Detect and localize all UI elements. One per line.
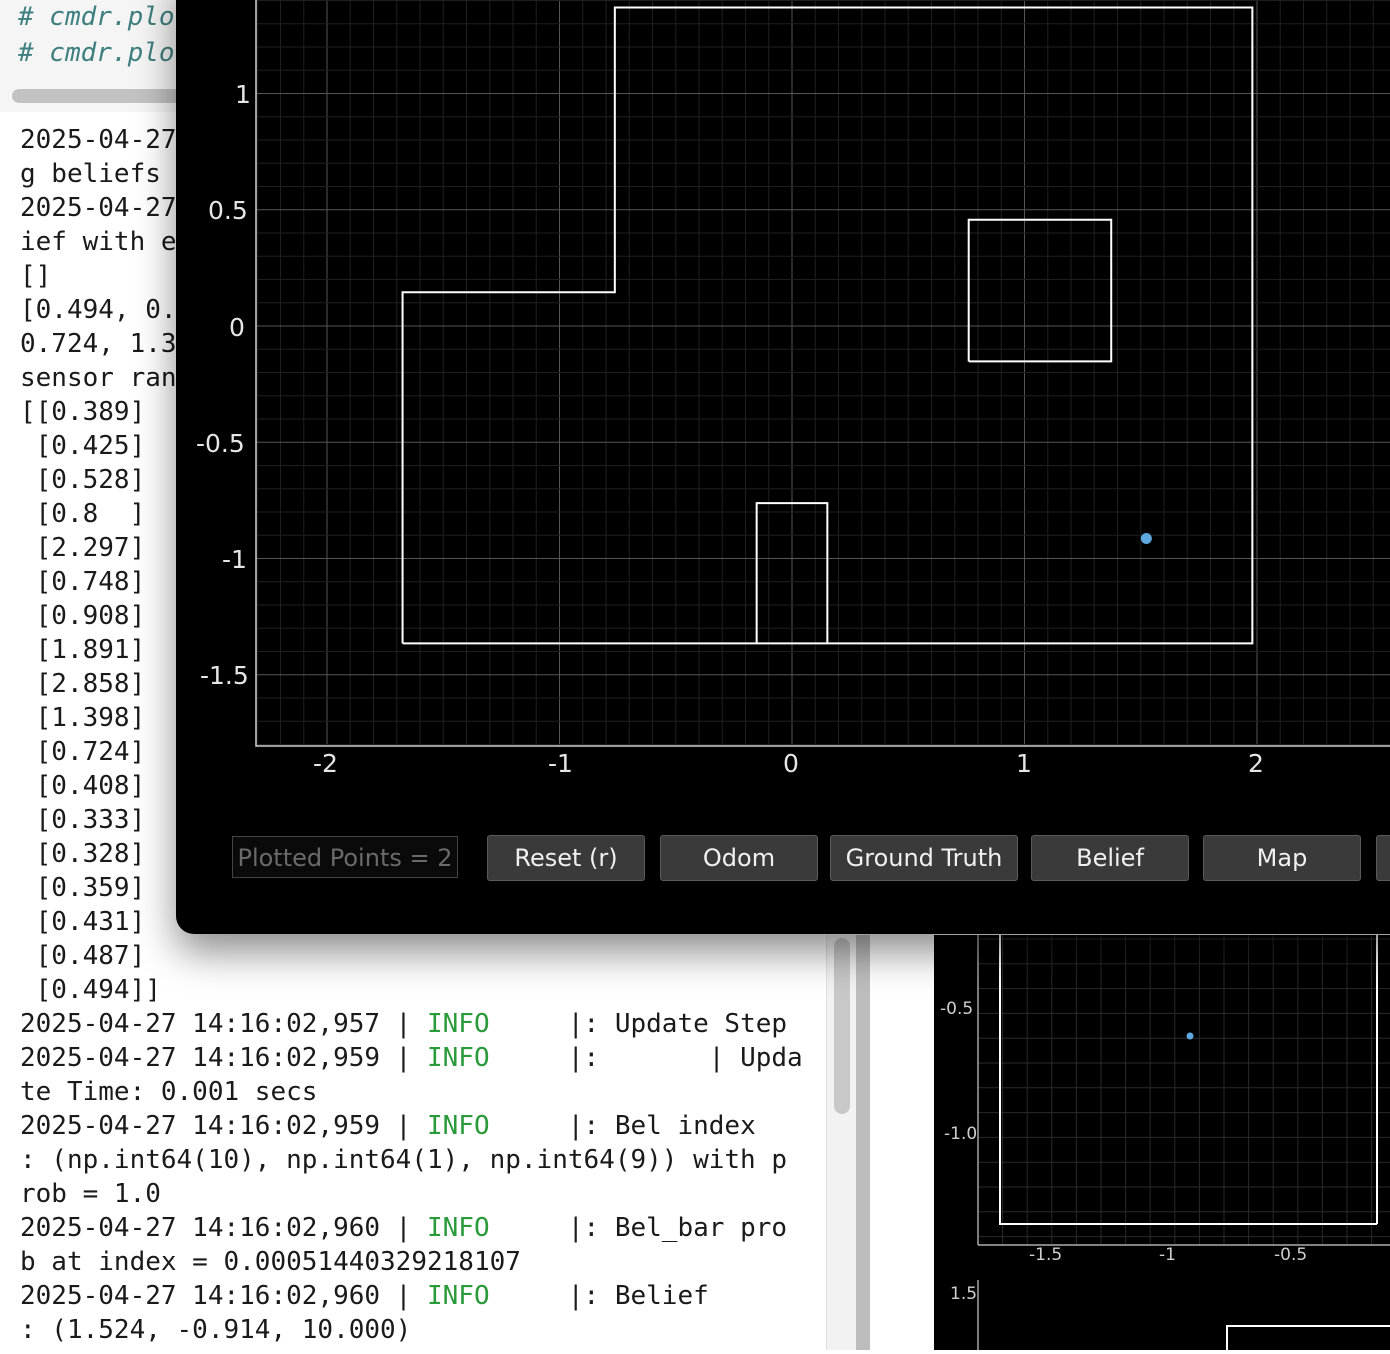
plotter-window[interactable]: 1 0.5 0 -0.5 -1 -1.5 -2 -1 0 1 2 Plotted… <box>176 0 1390 934</box>
terminal-line: [0.328] <box>20 839 146 869</box>
log-line: 2025-04-27 14:16:02,957 | INFO |: Update… <box>20 1009 788 1039</box>
map-button[interactable]: Map <box>1203 835 1361 881</box>
plot-grid <box>256 0 1390 746</box>
terminal-line: g beliefs <box>20 159 177 189</box>
terminal-line: [2.858] <box>20 669 146 699</box>
secondary-plot: -0.5 -1.0 -1.5 -1 -0.5 <box>934 935 1390 1280</box>
secondary-x-tick: -0.5 <box>1274 1245 1308 1265</box>
log-line: : (np.int64(10), np.int64(1), np.int64(9… <box>20 1145 788 1175</box>
terminal-line: [0.487] <box>20 941 146 971</box>
belief-button[interactable]: Belief <box>1031 835 1189 881</box>
y-tick-label: 1 <box>235 80 251 109</box>
terminal-line: [1.891] <box>20 635 146 665</box>
terminal-line: [0.724] <box>20 737 146 767</box>
log-level: INFO <box>427 1281 490 1311</box>
log-line: rob = 1.0 <box>20 1179 161 1209</box>
x-tick-label: 1 <box>1016 749 1032 778</box>
code-line: # cmdr.plo <box>18 2 175 32</box>
terminal-line: 2025-04-27 <box>20 193 177 223</box>
terminal-line: ief with e <box>20 227 177 257</box>
x-tick-label: 2 <box>1248 749 1264 778</box>
log-line: 2025-04-27 14:16:02,960 | INFO |: Bel_ba… <box>20 1213 788 1243</box>
x-tick-label: 0 <box>783 749 799 778</box>
y-tick-label: -1 <box>222 545 247 574</box>
log-level: INFO <box>427 1111 490 1141</box>
gutter-scrollbar[interactable] <box>856 935 870 1350</box>
ground-truth-button[interactable]: Ground Truth <box>830 835 1018 881</box>
terminal-line: [0.908] <box>20 601 146 631</box>
terminal-line: [0.425] <box>20 431 146 461</box>
terminal-line: [0.333] <box>20 805 146 835</box>
secondary-x-tick: -1.5 <box>1029 1245 1063 1265</box>
terminal-line: [0.8 ] <box>20 499 146 529</box>
y-tick-label: -1.5 <box>200 661 249 690</box>
terminal-line: [] <box>20 261 52 291</box>
secondary-y-tick: -0.5 <box>940 999 974 1019</box>
tertiary-y-tick: 1.5 <box>950 1284 978 1304</box>
terminal-line: [0.359] <box>20 873 146 903</box>
secondary-y-tick: -1.0 <box>944 1124 978 1144</box>
output-scrollbar-thumb[interactable] <box>834 938 850 1114</box>
belief-point <box>1140 533 1152 545</box>
terminal-line: sensor ran <box>20 363 177 393</box>
y-tick-label: 0 <box>229 313 245 342</box>
reset-button[interactable]: Reset (r) <box>487 835 645 881</box>
terminal-line: 2025-04-27 <box>20 125 177 155</box>
log-level: INFO <box>427 1043 490 1073</box>
plotted-points-counter: Plotted Points = 2 <box>232 836 458 878</box>
terminal-line: [0.494, 0. <box>20 295 177 325</box>
y-tick-label: 0.5 <box>208 196 248 225</box>
terminal-line: [0.431] <box>20 907 146 937</box>
log-line: 2025-04-27 14:16:02,959 | INFO |: | Upda <box>20 1043 803 1073</box>
secondary-plot-canvas <box>977 935 1390 1246</box>
main-plot-canvas <box>255 0 1390 747</box>
y-tick-label: -0.5 <box>196 429 245 458</box>
log-line: 2025-04-27 14:16:02,960 | INFO |: Belief <box>20 1281 709 1311</box>
terminal-line: 0.724, 1.3 <box>20 329 177 359</box>
log-level: INFO <box>427 1213 490 1243</box>
secondary-x-tick: -1 <box>1159 1245 1176 1265</box>
terminal-line: [0.528] <box>20 465 146 495</box>
extra-button[interactable] <box>1376 835 1390 881</box>
terminal-line: [[0.389] <box>20 397 146 427</box>
terminal-line: [0.748] <box>20 567 146 597</box>
map-box-obstacle <box>967 218 1113 363</box>
terminal-line: [0.408] <box>20 771 146 801</box>
terminal-line: [1.398] <box>20 703 146 733</box>
log-line: : (1.524, -0.914, 10.000) <box>20 1315 412 1345</box>
secondary-belief-point <box>1186 1032 1194 1040</box>
odom-button[interactable]: Odom <box>660 835 818 881</box>
secondary-map-wall <box>999 935 1377 1225</box>
log-line: b at index = 0.00051440329218107 <box>20 1247 521 1277</box>
terminal-line: [0.494]] <box>20 975 161 1005</box>
log-line: 2025-04-27 14:16:02,959 | INFO |: Bel in… <box>20 1111 756 1141</box>
log-line: te Time: 0.001 secs <box>20 1077 318 1107</box>
x-tick-label: -2 <box>313 749 338 778</box>
tertiary-plot: 1.5 <box>934 1280 1390 1350</box>
log-level: INFO <box>427 1009 490 1039</box>
code-line: # cmdr.plo <box>18 38 175 68</box>
terminal-line: [2.297] <box>20 533 146 563</box>
x-tick-label: -1 <box>548 749 573 778</box>
